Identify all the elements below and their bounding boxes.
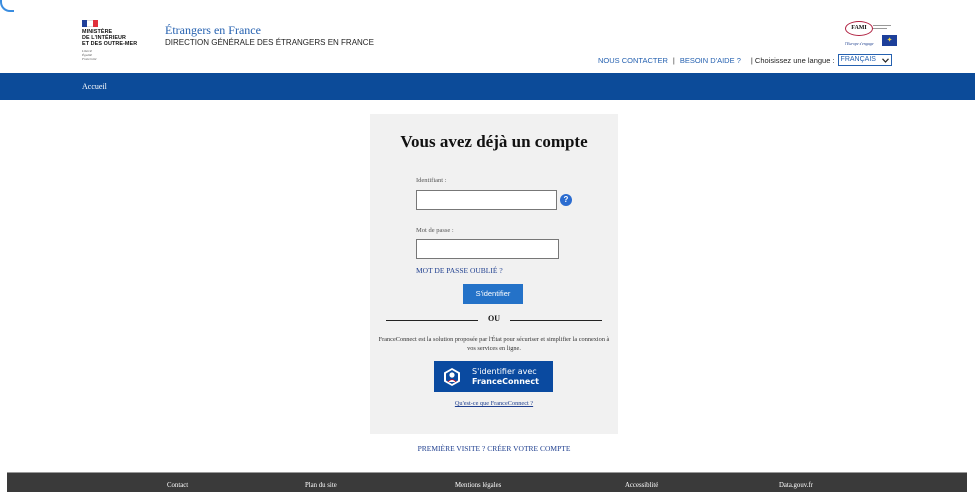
or-separator: OU bbox=[488, 314, 500, 323]
password-input[interactable] bbox=[416, 239, 559, 259]
footer-link-sitemap[interactable]: Plan du site bbox=[305, 482, 337, 489]
footer-link-datagouv[interactable]: Data.gouv.fr bbox=[779, 482, 813, 489]
fami-eu-logo: FAMI l'Europe s'engage ✦ bbox=[845, 21, 897, 49]
franceconnect-description: FranceConnect est la solution proposée p… bbox=[378, 336, 610, 352]
logo-motto: Liberté Égalité Fraternité bbox=[82, 49, 152, 61]
franceconnect-button-line2: FranceConnect bbox=[472, 376, 539, 386]
divider-line bbox=[510, 320, 602, 321]
footer-link-accessibility[interactable]: Accessiblité bbox=[625, 482, 658, 489]
motto-line: Fraternité bbox=[82, 57, 97, 61]
nav-home-link[interactable]: Accueil bbox=[82, 82, 107, 91]
create-account-link[interactable]: PREMIÈRE VISITE ? CRÉER VOTRE COMPTE bbox=[370, 444, 618, 453]
fami-small-text-decoration bbox=[873, 24, 897, 29]
site-footer: Contact Plan du site Mentions légales Ac… bbox=[7, 472, 967, 492]
site-title[interactable]: Étrangers en France bbox=[165, 23, 261, 38]
contact-link[interactable]: NOUS CONTACTER bbox=[598, 56, 668, 65]
site-subtitle: DIRECTION GÉNÉRALE DES ÉTRANGERS EN FRAN… bbox=[165, 38, 374, 47]
language-select[interactable]: FRANÇAIS bbox=[837, 54, 892, 66]
footer-link-contact[interactable]: Contact bbox=[167, 482, 188, 489]
language-select-value: FRANÇAIS bbox=[840, 56, 876, 63]
main-navbar: Accueil bbox=[0, 73, 975, 100]
header-links: NOUS CONTACTER | BESOIN D'AIDE ? | Chois… bbox=[598, 54, 892, 66]
username-label: Identifiant : bbox=[416, 177, 447, 184]
french-flag-icon bbox=[82, 20, 98, 27]
eu-slogan: l'Europe s'engage bbox=[845, 41, 874, 46]
footer-link-legal[interactable]: Mentions légales bbox=[455, 482, 501, 489]
ministry-logo[interactable]: MINISTÈRE DE L'INTÉRIEUR ET DES OUTRE-ME… bbox=[82, 20, 152, 61]
question-circle-icon[interactable]: ? bbox=[560, 194, 572, 206]
franceconnect-button[interactable]: S'identifier avec FranceConnect bbox=[434, 361, 553, 392]
password-label: Mot de passe : bbox=[416, 227, 454, 234]
language-label: | Choisissez une langue : bbox=[750, 55, 835, 65]
franceconnect-button-text: S'identifier avec FranceConnect bbox=[472, 367, 539, 386]
login-card: Vous avez déjà un compte Identifiant : ?… bbox=[370, 114, 618, 434]
eu-flag-icon: ✦ bbox=[882, 35, 897, 46]
franceconnect-logo-icon bbox=[444, 367, 460, 386]
logo-line: ET DES OUTRE-MER bbox=[82, 41, 138, 47]
franceconnect-info-link[interactable]: Qu'est-ce que FranceConnect ? bbox=[370, 400, 618, 407]
login-title: Vous avez déjà un compte bbox=[400, 132, 588, 151]
divider-line bbox=[386, 320, 478, 321]
fami-badge: FAMI bbox=[845, 21, 873, 36]
help-link[interactable]: BESOIN D'AIDE ? bbox=[680, 56, 741, 65]
site-header: MINISTÈRE DE L'INTÉRIEUR ET DES OUTRE-ME… bbox=[0, 0, 975, 73]
franceconnect-button-line1: S'identifier avec bbox=[472, 367, 537, 376]
login-button[interactable]: S'identifier bbox=[463, 284, 523, 304]
username-input[interactable] bbox=[416, 190, 557, 210]
separator: | bbox=[672, 55, 675, 65]
chevron-down-icon bbox=[882, 57, 889, 63]
forgot-password-link[interactable]: MOT DE PASSE OUBLIÉ ? bbox=[416, 266, 503, 275]
